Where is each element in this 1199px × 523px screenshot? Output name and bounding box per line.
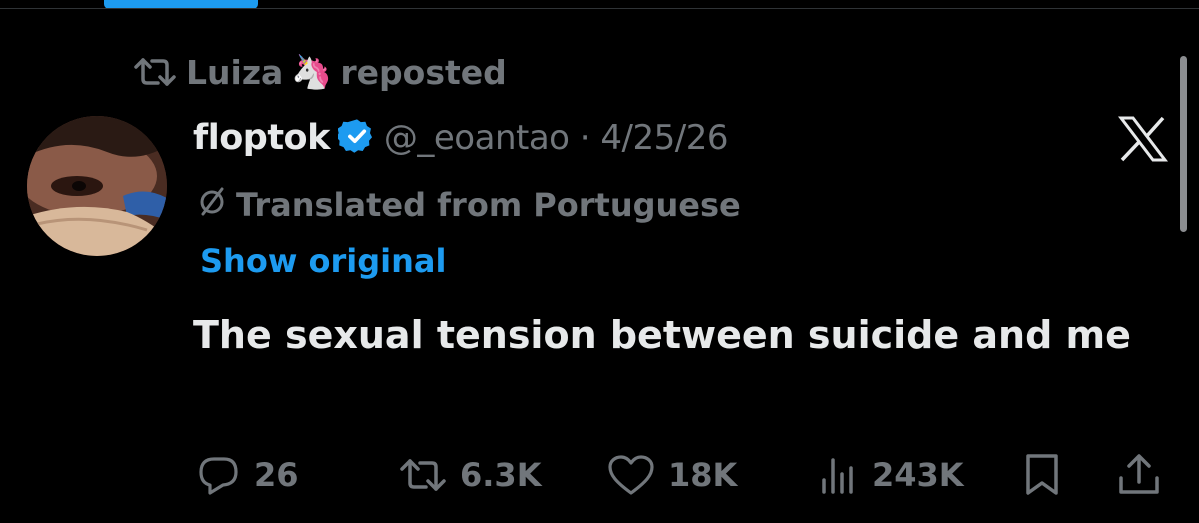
like-count: 18K bbox=[668, 456, 738, 494]
scrollbar[interactable] bbox=[1180, 56, 1187, 232]
views-count: 243K bbox=[872, 456, 964, 494]
reply-icon bbox=[196, 453, 242, 497]
repost-user[interactable]: Luiza bbox=[186, 53, 283, 92]
display-name[interactable]: floptok bbox=[193, 118, 330, 158]
x-logo-icon bbox=[1117, 116, 1169, 162]
tweet-text: The sexual tension between suicide and m… bbox=[193, 313, 1131, 357]
share-button[interactable] bbox=[1116, 445, 1162, 505]
repost-count: 6.3K bbox=[460, 456, 542, 494]
top-divider bbox=[0, 8, 1199, 9]
repost-icon bbox=[132, 55, 178, 89]
repost-label: reposted bbox=[340, 52, 507, 92]
heart-icon bbox=[606, 453, 656, 497]
action-bar: 26 6.3K 18K 243K bbox=[0, 445, 1199, 505]
reply-button[interactable]: 26 bbox=[196, 445, 299, 505]
tweet-header: floptok @_eoantao · 4/25/26 bbox=[193, 110, 728, 166]
repost-context[interactable]: Luiza 🦄 reposted bbox=[132, 48, 507, 96]
avatar[interactable] bbox=[27, 116, 167, 256]
repost-icon bbox=[398, 456, 448, 494]
handle-and-date[interactable]: @_eoantao · 4/25/26 bbox=[384, 118, 729, 158]
translation-label: Translated from Portuguese bbox=[236, 186, 741, 224]
like-button[interactable]: 18K bbox=[606, 445, 737, 505]
verified-badge-icon bbox=[336, 117, 376, 159]
show-original-link[interactable]: Show original bbox=[200, 242, 446, 280]
views-icon bbox=[818, 454, 860, 496]
translate-icon bbox=[196, 185, 228, 225]
translation-note: Translated from Portuguese bbox=[196, 182, 741, 228]
bookmark-icon bbox=[1022, 452, 1062, 498]
share-icon bbox=[1116, 452, 1162, 498]
repost-button[interactable]: 6.3K bbox=[398, 445, 541, 505]
unicorn-emoji-icon: 🦄 bbox=[291, 52, 333, 91]
views-button[interactable]: 243K bbox=[818, 445, 964, 505]
reply-count: 26 bbox=[254, 456, 299, 494]
bookmark-button[interactable] bbox=[1022, 445, 1062, 505]
